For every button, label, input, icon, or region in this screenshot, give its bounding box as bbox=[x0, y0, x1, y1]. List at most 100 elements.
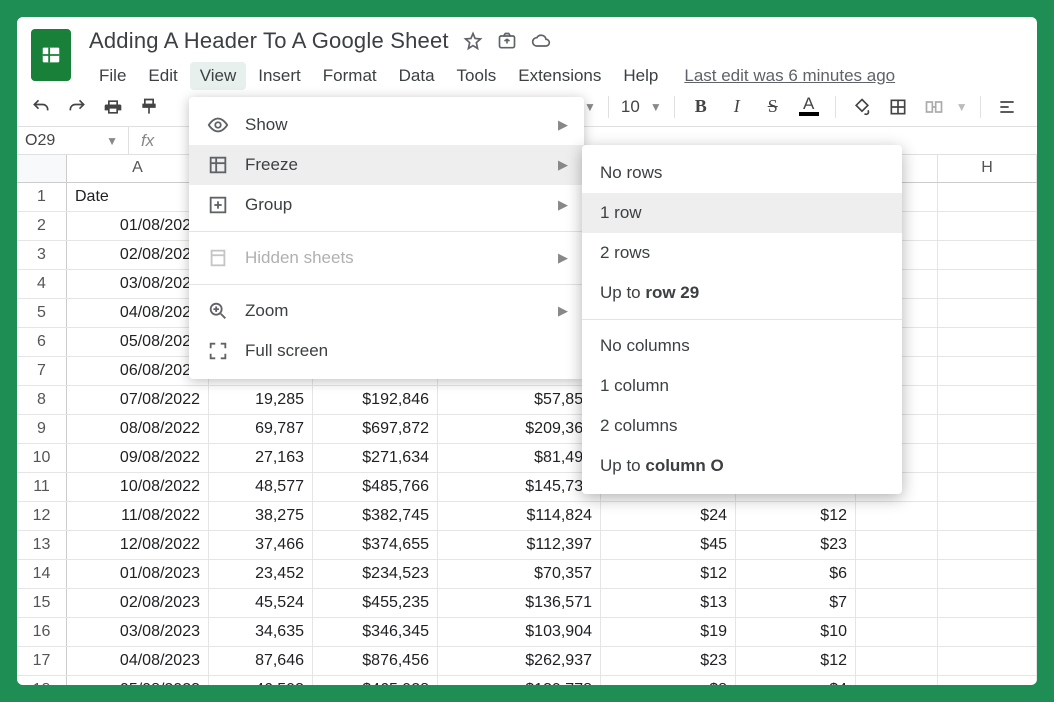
cell[interactable] bbox=[856, 560, 938, 588]
cell[interactable]: $485,766 bbox=[313, 473, 438, 501]
row-header[interactable]: 17 bbox=[17, 647, 67, 675]
menu-view[interactable]: View bbox=[190, 62, 247, 90]
document-title[interactable]: Adding A Header To A Google Sheet bbox=[89, 28, 449, 54]
cell[interactable]: 09/08/2022 bbox=[67, 444, 209, 472]
cell[interactable] bbox=[938, 212, 1037, 240]
cell[interactable]: $271,634 bbox=[313, 444, 438, 472]
view-menu-zoom[interactable]: Zoom ▶ bbox=[189, 291, 584, 331]
column-header[interactable]: A bbox=[67, 155, 209, 182]
row-header[interactable]: 4 bbox=[17, 270, 67, 298]
row-header[interactable]: 2 bbox=[17, 212, 67, 240]
cell[interactable] bbox=[938, 241, 1037, 269]
cell[interactable]: 10/08/2022 bbox=[67, 473, 209, 501]
cell[interactable] bbox=[938, 647, 1037, 675]
freeze-no-columns[interactable]: No columns bbox=[582, 326, 902, 366]
cell[interactable] bbox=[938, 676, 1037, 685]
cell[interactable]: 38,275 bbox=[209, 502, 313, 530]
freeze-2-columns[interactable]: 2 columns bbox=[582, 406, 902, 446]
cell[interactable] bbox=[938, 386, 1037, 414]
freeze-up-to-column[interactable]: Up to column O bbox=[582, 446, 902, 486]
cell[interactable] bbox=[938, 299, 1037, 327]
row-header[interactable]: 10 bbox=[17, 444, 67, 472]
last-edit-link[interactable]: Last edit was 6 minutes ago bbox=[684, 66, 895, 86]
cell[interactable] bbox=[938, 502, 1037, 530]
cell[interactable] bbox=[938, 328, 1037, 356]
cell[interactable]: 46,593 bbox=[209, 676, 313, 685]
freeze-up-to-row[interactable]: Up to row 29 bbox=[582, 273, 902, 313]
menu-edit[interactable]: Edit bbox=[138, 62, 187, 90]
cell[interactable]: $23 bbox=[601, 647, 736, 675]
cell[interactable]: Date bbox=[67, 183, 209, 211]
cell[interactable] bbox=[938, 618, 1037, 646]
cell[interactable]: $4 bbox=[736, 676, 856, 685]
cell[interactable]: 05/08/2022 bbox=[67, 328, 209, 356]
menu-extensions[interactable]: Extensions bbox=[508, 62, 611, 90]
cell[interactable] bbox=[938, 560, 1037, 588]
cell[interactable]: 34,635 bbox=[209, 618, 313, 646]
undo-button[interactable] bbox=[27, 93, 55, 121]
cell[interactable]: 03/08/2023 bbox=[67, 618, 209, 646]
menu-data[interactable]: Data bbox=[389, 62, 445, 90]
cell[interactable]: $23 bbox=[736, 531, 856, 559]
bold-button[interactable]: B bbox=[687, 93, 715, 121]
cell[interactable]: $12 bbox=[736, 647, 856, 675]
cell[interactable]: 23,452 bbox=[209, 560, 313, 588]
menu-file[interactable]: File bbox=[89, 62, 136, 90]
cell[interactable]: 04/08/2022 bbox=[67, 299, 209, 327]
cell[interactable]: 07/08/2022 bbox=[67, 386, 209, 414]
cell[interactable]: 45,524 bbox=[209, 589, 313, 617]
cell[interactable]: 11/08/2022 bbox=[67, 502, 209, 530]
cell[interactable] bbox=[856, 589, 938, 617]
borders-button[interactable] bbox=[884, 93, 912, 121]
select-all-corner[interactable] bbox=[17, 155, 67, 182]
cell[interactable]: $455,235 bbox=[313, 589, 438, 617]
row-header[interactable]: 16 bbox=[17, 618, 67, 646]
cell[interactable]: $876,456 bbox=[313, 647, 438, 675]
cell[interactable]: $12 bbox=[601, 560, 736, 588]
cell[interactable]: $24 bbox=[601, 502, 736, 530]
cell[interactable]: $145,730 bbox=[438, 473, 601, 501]
row-header[interactable]: 5 bbox=[17, 299, 67, 327]
cell[interactable] bbox=[856, 502, 938, 530]
cell[interactable] bbox=[856, 618, 938, 646]
cell[interactable]: 87,646 bbox=[209, 647, 313, 675]
view-menu-full-screen[interactable]: Full screen bbox=[189, 331, 584, 371]
menu-tools[interactable]: Tools bbox=[447, 62, 507, 90]
merge-cells-button[interactable] bbox=[920, 93, 948, 121]
cell[interactable] bbox=[938, 415, 1037, 443]
row-header[interactable]: 6 bbox=[17, 328, 67, 356]
cell[interactable] bbox=[938, 444, 1037, 472]
cell[interactable]: $57,854 bbox=[438, 386, 601, 414]
menu-format[interactable]: Format bbox=[313, 62, 387, 90]
cell[interactable]: $382,745 bbox=[313, 502, 438, 530]
cloud-status-icon[interactable] bbox=[531, 31, 551, 51]
align-left-button[interactable] bbox=[993, 93, 1021, 121]
redo-button[interactable] bbox=[63, 93, 91, 121]
strikethrough-button[interactable]: S bbox=[759, 93, 787, 121]
cell[interactable]: $139,778 bbox=[438, 676, 601, 685]
menu-insert[interactable]: Insert bbox=[248, 62, 311, 90]
row-header[interactable]: 3 bbox=[17, 241, 67, 269]
cell[interactable]: $136,571 bbox=[438, 589, 601, 617]
cell[interactable] bbox=[938, 357, 1037, 385]
cell[interactable]: $234,523 bbox=[313, 560, 438, 588]
star-icon[interactable] bbox=[463, 31, 483, 51]
cell[interactable]: $6 bbox=[736, 560, 856, 588]
fill-color-button[interactable] bbox=[848, 93, 876, 121]
cell[interactable]: $45 bbox=[601, 531, 736, 559]
cell[interactable]: 12/08/2022 bbox=[67, 531, 209, 559]
freeze-2-rows[interactable]: 2 rows bbox=[582, 233, 902, 273]
font-size-selector[interactable]: 10 ▼ bbox=[621, 97, 662, 117]
cell[interactable]: $7 bbox=[736, 589, 856, 617]
cell[interactable]: 06/08/2022 bbox=[67, 357, 209, 385]
view-menu-show[interactable]: Show ▶ bbox=[189, 105, 584, 145]
cell[interactable]: $374,655 bbox=[313, 531, 438, 559]
cell[interactable]: $12 bbox=[736, 502, 856, 530]
cell[interactable] bbox=[938, 270, 1037, 298]
cell[interactable]: $19 bbox=[601, 618, 736, 646]
cell[interactable]: $70,357 bbox=[438, 560, 601, 588]
google-sheets-logo[interactable] bbox=[31, 29, 71, 81]
cell[interactable] bbox=[856, 676, 938, 685]
cell[interactable]: 02/08/2023 bbox=[67, 589, 209, 617]
column-header[interactable]: H bbox=[938, 155, 1037, 182]
